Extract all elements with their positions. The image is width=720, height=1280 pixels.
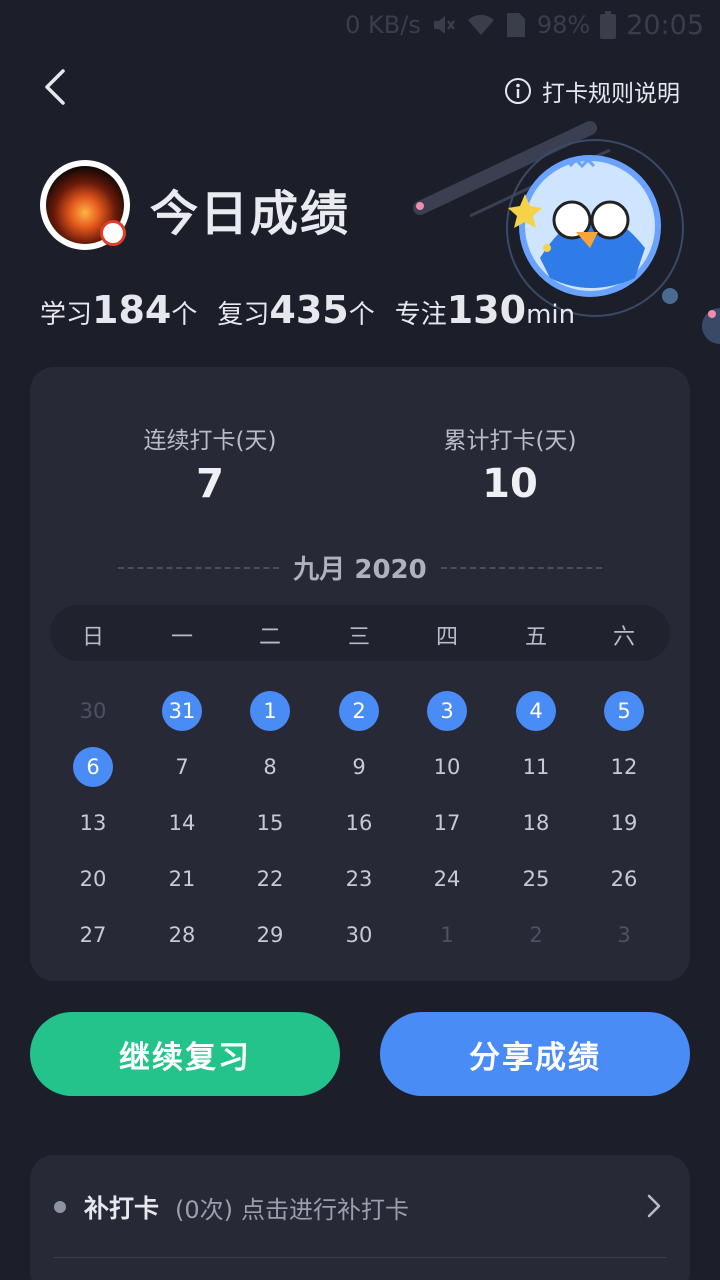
total-label: 累计打卡(天) — [443, 428, 577, 454]
battery-icon — [600, 11, 617, 39]
calendar-day[interactable]: 22 — [250, 859, 290, 899]
calendar-day[interactable]: 12 — [604, 747, 644, 787]
divider — [54, 1257, 666, 1258]
calendar-day: 3 — [617, 923, 631, 947]
calendar-day[interactable]: 30 — [339, 915, 379, 955]
calendar-day: 2 — [529, 923, 543, 947]
calendar-day[interactable]: 21 — [162, 859, 202, 899]
calendar-day[interactable]: 25 — [516, 859, 556, 899]
streak-value: 7 — [196, 461, 224, 507]
calendar-day[interactable]: 27 — [73, 915, 113, 955]
clock: 20:05 — [626, 9, 704, 41]
calendar-day[interactable]: 11 — [516, 747, 556, 787]
calendar-day-checked[interactable]: 31 — [162, 691, 202, 731]
calendar-day[interactable]: 16 — [339, 803, 379, 843]
stat-review-unit: 个 — [348, 300, 375, 330]
streak-stat: 连续打卡(天) 7 — [110, 421, 310, 507]
weekday-label: 五 — [524, 625, 547, 650]
status-bar: 0 KB/s 98% 20:05 — [0, 0, 720, 50]
calendar-day[interactable]: 10 — [427, 747, 467, 787]
calendar-day: 30 — [79, 699, 107, 723]
total-stat: 累计打卡(天) 10 — [410, 421, 610, 507]
calendar-day[interactable]: 29 — [250, 915, 290, 955]
weekday-label: 三 — [347, 625, 370, 650]
calendar-day-checked[interactable]: 5 — [604, 691, 644, 731]
stat-review-label: 复习 — [217, 300, 270, 330]
bullet-icon — [54, 1201, 66, 1213]
month-header: 九月 2020 — [118, 549, 603, 586]
checkin-calendar-card: 连续打卡(天) 7 累计打卡(天) 10 九月 2020 日 一 二 三 四 五 六 30 3… — [30, 367, 690, 981]
avatar-image — [46, 166, 126, 246]
stat-focus-unit: min — [526, 300, 576, 330]
calendar-day[interactable]: 23 — [339, 859, 379, 899]
back-button[interactable] — [30, 62, 80, 112]
weekday-label: 日 — [81, 625, 104, 650]
battery-level: 98% — [536, 11, 591, 39]
stat-study-label: 学习 — [40, 300, 93, 330]
stat-focus-label: 专注 — [394, 300, 447, 330]
month-label: 九月 2020 — [293, 555, 427, 585]
divider — [440, 566, 603, 569]
rules-label: 打卡规则说明 — [542, 81, 680, 107]
page-title: 今日成绩 — [150, 186, 351, 242]
stat-focus-value: 130 — [446, 288, 527, 332]
calendar-day: 1 — [440, 923, 454, 947]
rules-link[interactable]: 打卡规则说明 — [504, 74, 680, 108]
weekday-label: 四 — [435, 625, 458, 650]
calendar-day[interactable]: 8 — [250, 747, 290, 787]
share-results-button[interactable]: 分享成绩 — [380, 1012, 690, 1096]
calendar-day[interactable]: 9 — [339, 747, 379, 787]
makeup-count: (0次) — [175, 1195, 234, 1224]
avatar-badge — [100, 220, 126, 246]
mute-icon — [431, 12, 457, 38]
wifi-icon — [467, 13, 495, 37]
stat-study-unit: 个 — [171, 300, 198, 330]
calendar-day[interactable]: 26 — [604, 859, 644, 899]
calendar-day[interactable]: 7 — [162, 747, 202, 787]
stat-study: 学习184个 — [40, 288, 197, 332]
makeup-title: 补打卡 — [84, 1194, 160, 1223]
makeup-card: 补打卡 (0次) 点击进行补打卡 — [30, 1155, 690, 1280]
calendar-day-checked[interactable]: 1 — [250, 691, 290, 731]
streak-label: 连续打卡(天) — [143, 428, 277, 454]
total-value: 10 — [482, 461, 538, 507]
calendar-day[interactable]: 14 — [162, 803, 202, 843]
stat-study-value: 184 — [92, 288, 172, 332]
chevron-right-icon — [647, 1194, 661, 1218]
stat-review: 复习435个 — [217, 288, 374, 332]
calendar-day[interactable]: 24 — [427, 859, 467, 899]
makeup-hint: 点击进行补打卡 — [241, 1195, 410, 1224]
makeup-checkin-row[interactable]: 补打卡 (0次) 点击进行补打卡 — [54, 1185, 664, 1229]
weekday-label: 二 — [258, 625, 281, 650]
calendar-day[interactable]: 17 — [427, 803, 467, 843]
info-icon — [505, 78, 531, 104]
stat-review-value: 435 — [269, 288, 349, 332]
weekday-label: 一 — [170, 625, 193, 650]
sim-icon — [505, 11, 527, 39]
continue-review-button[interactable]: 继续复习 — [30, 1012, 340, 1096]
calendar-day[interactable]: 15 — [250, 803, 290, 843]
calendar-day[interactable]: 18 — [516, 803, 556, 843]
calendar-day[interactable]: 28 — [162, 915, 202, 955]
calendar-day-checked[interactable]: 6 — [73, 747, 113, 787]
calendar-day[interactable]: 13 — [73, 803, 113, 843]
calendar-day-checked[interactable]: 4 — [516, 691, 556, 731]
stat-focus: 专注130min — [395, 288, 575, 332]
chevron-left-icon — [45, 69, 65, 105]
today-stats: 学习184个 复习435个 专注130min — [40, 288, 575, 332]
calendar-day[interactable]: 20 — [73, 859, 113, 899]
network-speed: 0 KB/s — [345, 11, 421, 39]
calendar-day-checked[interactable]: 2 — [339, 691, 379, 731]
weekday-label: 六 — [612, 625, 635, 650]
calendar-day[interactable]: 19 — [604, 803, 644, 843]
avatar[interactable] — [40, 160, 130, 250]
weekday-header: 日一二三四五六 — [50, 605, 670, 661]
calendar-day-checked[interactable]: 3 — [427, 691, 467, 731]
divider — [118, 566, 280, 569]
